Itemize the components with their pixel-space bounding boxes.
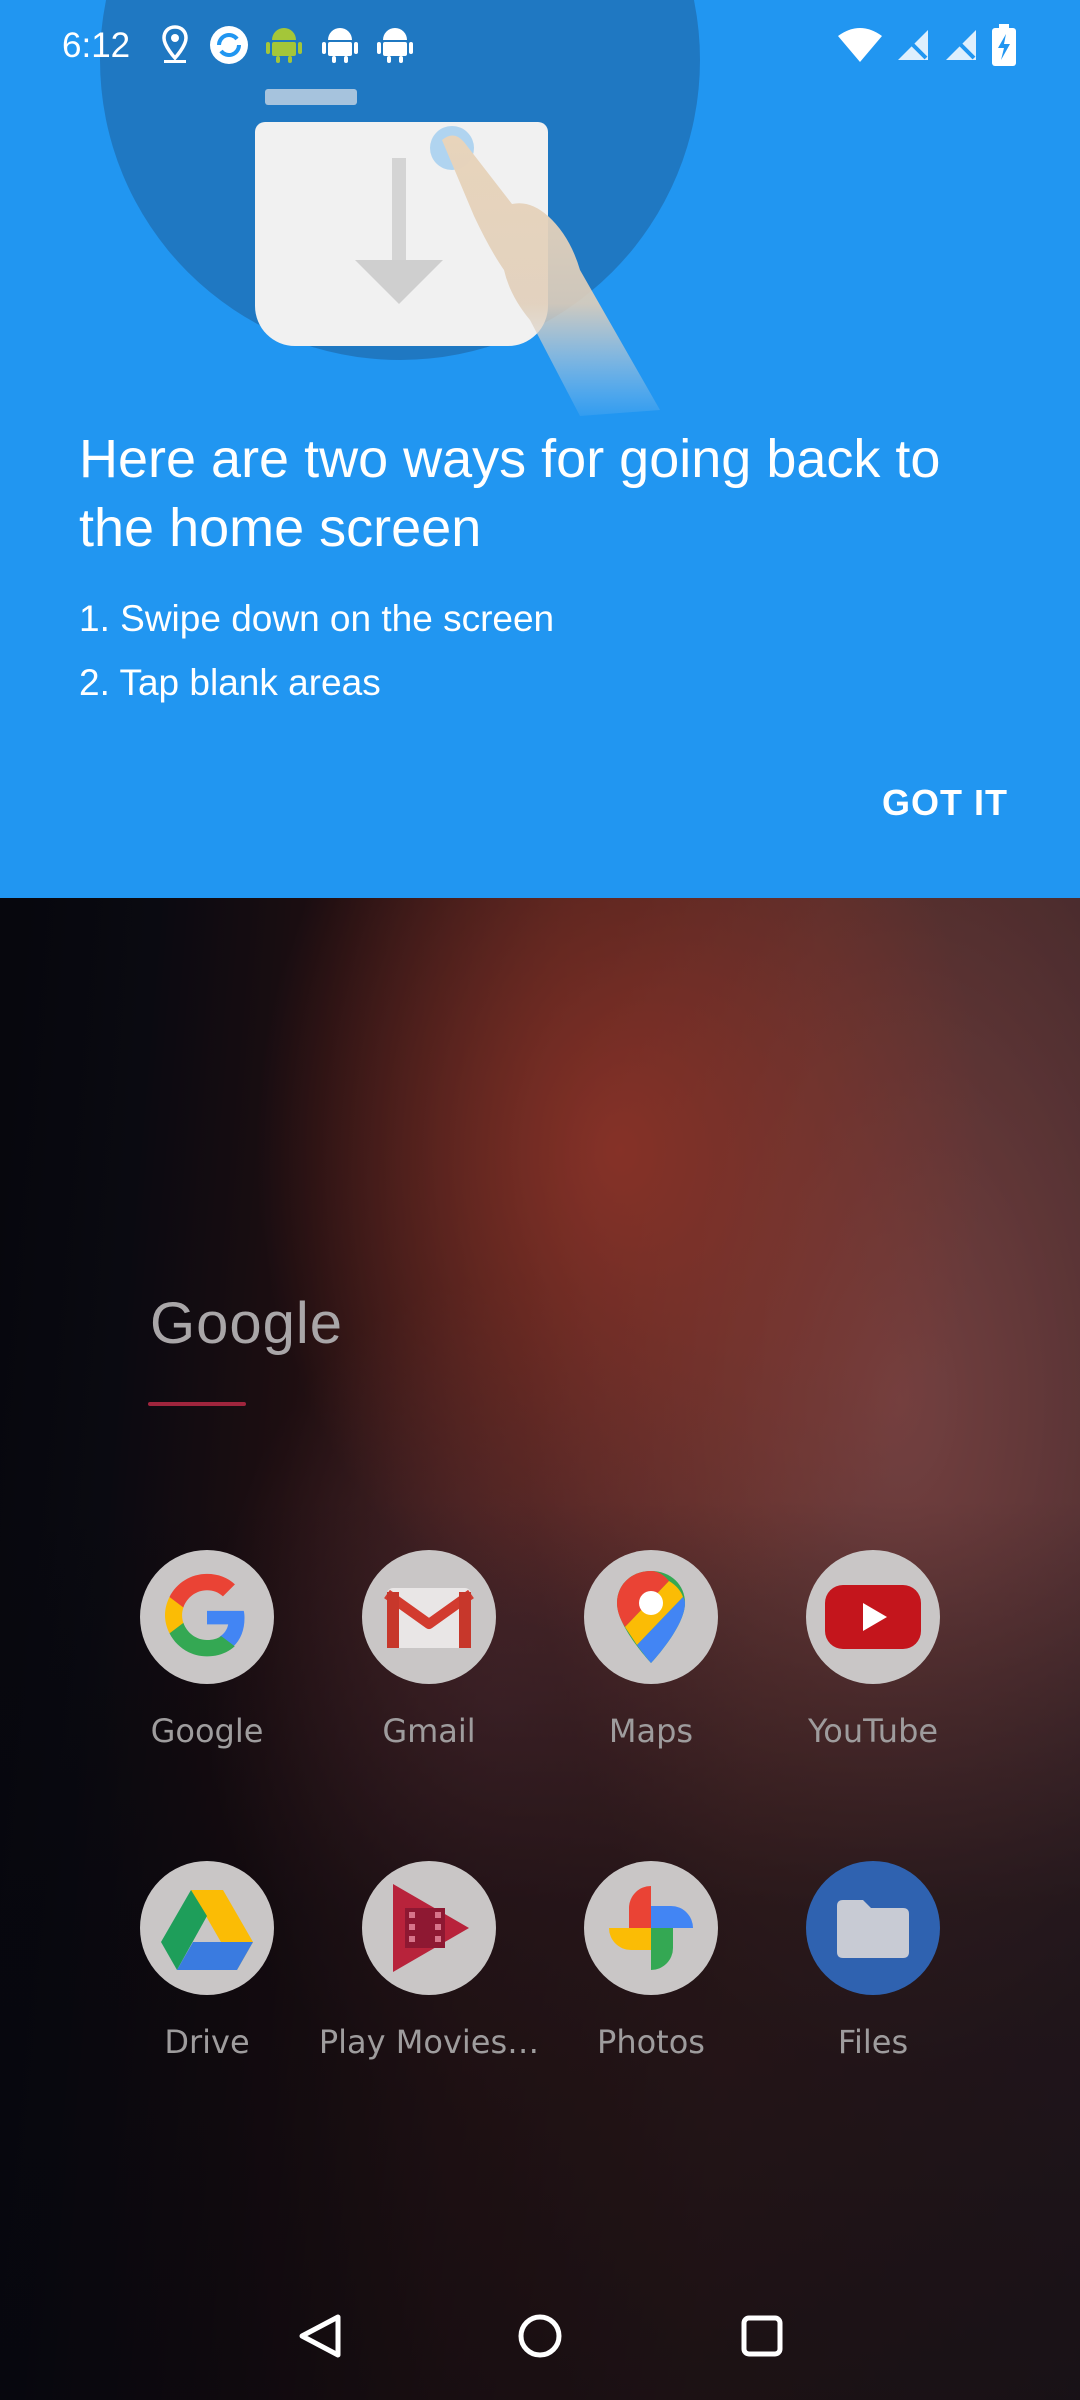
status-bar: 6:12 xyxy=(0,0,1080,92)
drive-icon xyxy=(140,1861,274,1995)
app-drive[interactable]: Drive xyxy=(96,1861,318,2061)
app-label: Gmail xyxy=(382,1712,476,1750)
tutorial-step-1: 1. Swipe down on the screen xyxy=(79,598,555,639)
app-label: Google xyxy=(150,1712,264,1750)
no-signal-icon xyxy=(946,30,976,60)
status-time: 6:12 xyxy=(62,26,131,65)
app-files[interactable]: Files xyxy=(762,1861,984,2061)
play-movies-icon xyxy=(362,1861,496,1995)
tutorial-card: Here are two ways for going back to the … xyxy=(0,0,1080,898)
hand-icon xyxy=(430,126,660,417)
google-widget-underline xyxy=(148,1402,246,1406)
android-icon xyxy=(266,28,302,63)
app-label: Play Movies… xyxy=(318,2023,540,2061)
app-label: Maps xyxy=(608,1712,694,1750)
sync-icon xyxy=(210,26,248,64)
app-youtube[interactable]: YouTube xyxy=(762,1550,984,1750)
home-icon xyxy=(518,2314,562,2358)
gmail-icon xyxy=(362,1550,496,1684)
app-photos[interactable]: Photos xyxy=(540,1861,762,2061)
android-icon xyxy=(322,28,358,63)
back-icon xyxy=(299,2314,341,2358)
app-play-movies[interactable]: Play Movies… xyxy=(318,1861,540,2061)
google-search-widget[interactable]: Google xyxy=(150,1290,343,1357)
recents-icon xyxy=(741,2315,783,2357)
app-label: Files xyxy=(837,2023,909,2061)
youtube-icon xyxy=(806,1550,940,1684)
android-icon xyxy=(377,28,413,63)
tutorial-title: Here are two ways for going back to the … xyxy=(79,429,941,558)
tutorial-step-2: 2. Tap blank areas xyxy=(79,662,381,703)
nav-home-button[interactable] xyxy=(500,2300,580,2372)
nav-back-button[interactable] xyxy=(280,2300,360,2372)
photos-icon xyxy=(584,1861,718,1995)
maps-icon xyxy=(584,1550,718,1684)
app-label: Photos xyxy=(597,2023,705,2061)
files-icon xyxy=(806,1861,940,1995)
battery-charging-icon xyxy=(992,24,1016,66)
google-icon xyxy=(140,1550,274,1684)
no-signal-icon xyxy=(898,30,928,60)
wifi-icon xyxy=(838,28,882,62)
app-label: Drive xyxy=(164,2023,250,2061)
app-gmail[interactable]: Gmail xyxy=(318,1550,540,1750)
got-it-button[interactable]: GOT IT xyxy=(882,782,1008,824)
app-google[interactable]: Google xyxy=(96,1550,318,1750)
app-label: YouTube xyxy=(807,1712,939,1750)
nav-recents-button[interactable] xyxy=(722,2300,802,2372)
location-icon xyxy=(162,25,188,63)
app-maps[interactable]: Maps xyxy=(540,1550,762,1750)
